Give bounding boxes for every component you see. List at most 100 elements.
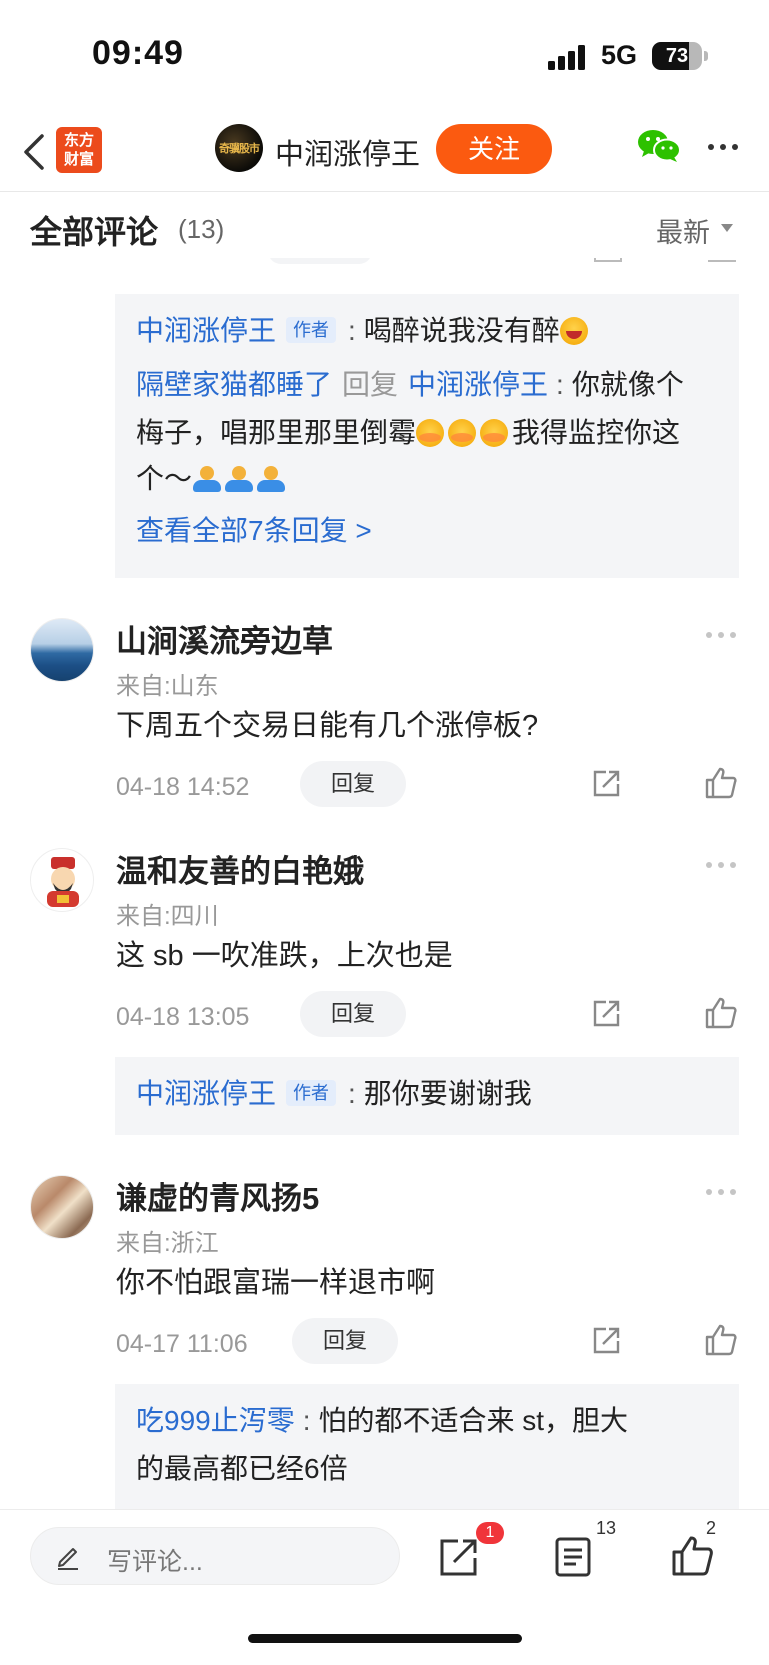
reply-text-line: 的最高都已经6倍 xyxy=(136,1453,348,1484)
like-button[interactable] xyxy=(704,766,738,800)
reply-user[interactable]: 隔壁家猫都睡了 xyxy=(136,369,332,400)
avatar[interactable] xyxy=(30,1175,94,1239)
comments-count-badge: 13 xyxy=(596,1518,617,1538)
wechat-share-button[interactable] xyxy=(636,126,682,166)
reply-user[interactable]: 中润涨停王 xyxy=(136,1078,276,1109)
reply-text: 你就像个 xyxy=(571,369,684,400)
comment-time: 04-18 14:52 xyxy=(116,773,250,801)
battery-level: 73 xyxy=(665,45,689,67)
reply-thread: 中润涨停王 作者: 喝醉说我没有醉 隔壁家猫都睡了 回复 中润涨停王: 你就像个 梅子，唱… xyxy=(115,294,739,578)
comment-more-button[interactable] xyxy=(706,632,736,640)
reply-item: 隔壁家猫都睡了 回复 中润涨停王: 你就像个 xyxy=(136,362,684,408)
reply-item: 吃999止泻零: 怕的都不适合来 st，胆大 xyxy=(136,1398,628,1444)
avatar[interactable] xyxy=(30,848,94,912)
comments-count: (13) xyxy=(178,214,225,244)
blushing-emoji-icon xyxy=(448,419,477,447)
back-icon xyxy=(24,134,44,170)
likes-count-badge: 2 xyxy=(706,1518,717,1538)
top-nav: 东方 财富 奇骥股市 中润涨停王 关注 xyxy=(0,110,769,192)
reply-item: 中润涨停王 作者: 喝醉说我没有醉 xyxy=(136,308,588,354)
app-logo-line1: 东方 xyxy=(63,132,94,149)
author-tag: 作者 xyxy=(286,317,337,343)
comment-text: 下周五个交易日能有几个涨停板? xyxy=(116,710,539,742)
author-avatar-text: 奇骥股市 xyxy=(219,143,260,155)
comment-input-placeholder: 写评论... xyxy=(107,1548,203,1576)
blushing-emoji-icon xyxy=(416,419,445,447)
like-icon xyxy=(705,997,737,1029)
like-icon xyxy=(705,1324,737,1356)
comment-item: 温和友善的白艳娥 来自:四川 这 sb 一吹准跌，上次也是 04-18 13:0… xyxy=(0,848,769,1048)
reply-text-line: 个～ xyxy=(136,456,288,502)
reply-button[interactable]: 回复 xyxy=(292,1318,398,1364)
share-button[interactable] xyxy=(590,768,622,800)
pencil-icon xyxy=(58,1548,78,1570)
colon: : xyxy=(348,1078,356,1109)
share-badge: 1 xyxy=(476,1522,504,1544)
comment-item: 山涧溪流旁边草 来自:山东 下周五个交易日能有几个涨停板? 04-18 14:5… xyxy=(0,618,769,818)
comment-text: 这 sb 一吹准跌，上次也是 xyxy=(116,940,453,972)
comment-input[interactable]: 写评论... xyxy=(30,1527,400,1585)
reply-user[interactable]: 中润涨停王 xyxy=(136,315,276,346)
reply-text: 喝醉说我没有醉 xyxy=(363,315,560,346)
reply-button[interactable]: 回复 xyxy=(300,761,406,807)
commenter-name[interactable]: 山涧溪流旁边草 xyxy=(116,616,333,661)
wechat-icon xyxy=(638,130,681,162)
reply-text: 梅子，唱那里那里倒霉 xyxy=(136,417,417,448)
share-icon xyxy=(593,770,620,797)
shrug-emoji-icon xyxy=(224,464,254,494)
like-button[interactable] xyxy=(704,996,738,1030)
app-logo: 东方 财富 xyxy=(56,127,102,173)
comments-button[interactable] xyxy=(553,1536,593,1578)
sort-button[interactable]: 最新 xyxy=(656,211,710,250)
like-icon xyxy=(672,1536,713,1576)
share-button[interactable] xyxy=(590,1325,622,1357)
author-avatar[interactable]: 奇骥股市 xyxy=(215,124,263,172)
reply-text: 我得监控你这 xyxy=(512,417,681,448)
commenter-name[interactable]: 温和友善的白艳娥 xyxy=(116,846,364,891)
colon: : xyxy=(348,315,356,346)
commenter-location: 来自:山东 xyxy=(116,673,219,700)
commenter-name[interactable]: 谦虚的青风扬5 xyxy=(116,1173,319,1218)
commenter-location: 来自:浙江 xyxy=(116,1230,219,1257)
partial-previous-comment xyxy=(0,258,769,274)
status-bar: 09:49 5G 73 xyxy=(0,0,769,110)
commenter-location: 来自:四川 xyxy=(116,903,219,930)
avatar[interactable] xyxy=(30,618,94,682)
fortune-god-avatar-icon xyxy=(47,857,79,907)
home-indicator[interactable] xyxy=(248,1634,522,1643)
like-icon xyxy=(705,767,737,799)
reply-text-line: 梅子，唱那里那里倒霉 我得监控你这 xyxy=(136,410,680,456)
reply-user[interactable]: 吃999止泻零 xyxy=(136,1405,295,1436)
author-name[interactable]: 中润涨停王 xyxy=(275,131,420,173)
reply-button[interactable]: 回复 xyxy=(300,991,406,1037)
like-button[interactable] xyxy=(704,1323,738,1357)
app-logo-line2: 财富 xyxy=(63,151,94,168)
share-button[interactable] xyxy=(590,998,622,1030)
network-type: 5G xyxy=(601,40,638,70)
battery-icon: 73 xyxy=(652,42,702,70)
comments-header: 全部评论 (13) 最新 xyxy=(0,193,769,261)
more-button[interactable] xyxy=(708,144,748,154)
back-button[interactable] xyxy=(14,124,58,178)
share-post-button[interactable] xyxy=(436,1536,480,1580)
comments-title: 全部评论 xyxy=(30,214,159,250)
blushing-emoji-icon xyxy=(480,419,509,447)
comment-text: 你不怕跟富瑞一样退市啊 xyxy=(116,1267,436,1299)
status-time: 09:49 xyxy=(92,34,184,72)
like-post-button[interactable] xyxy=(670,1534,714,1578)
reply-text: 那你要谢谢我 xyxy=(363,1078,532,1109)
follow-button[interactable]: 关注 xyxy=(436,124,552,174)
share-icon xyxy=(593,1000,620,1027)
reply-thread: 中润涨停王 作者: 那你要谢谢我 xyxy=(115,1057,739,1135)
comment-list-icon xyxy=(555,1537,591,1577)
cellular-signal-icon xyxy=(548,44,588,70)
reply-text: 个～ xyxy=(136,463,193,494)
chevron-down-icon[interactable] xyxy=(721,224,733,232)
view-all-replies-link[interactable]: 查看全部7条回复 > xyxy=(136,508,372,554)
reply-target[interactable]: 中润涨停王 xyxy=(408,369,548,400)
reply-text: 怕的都不适合来 st，胆大 xyxy=(318,1405,629,1436)
comment-more-button[interactable] xyxy=(706,1189,736,1197)
comment-more-button[interactable] xyxy=(706,862,736,870)
comment-time: 04-18 13:05 xyxy=(116,1003,250,1031)
reply-thread: 吃999止泻零: 怕的都不适合来 st，胆大 的最高都已经6倍 xyxy=(115,1384,739,1509)
